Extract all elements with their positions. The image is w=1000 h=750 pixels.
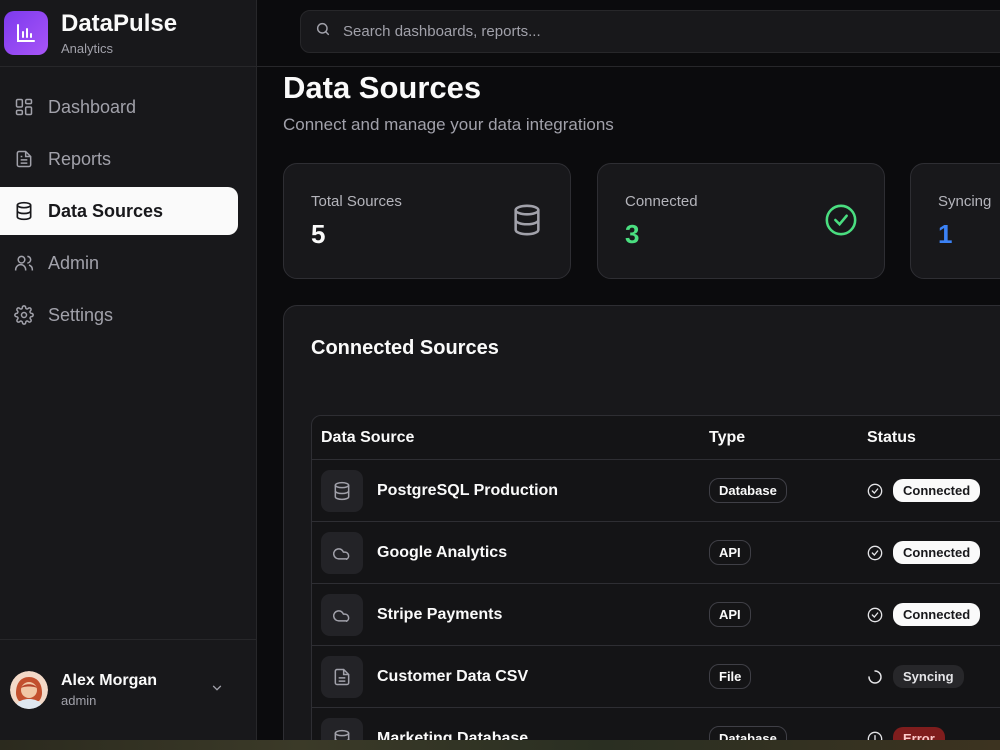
status-badge: Syncing: [893, 665, 964, 688]
user-role: admin: [61, 693, 97, 708]
sidebar-item-admin[interactable]: Admin: [0, 239, 238, 287]
user-menu[interactable]: Alex Morgan admin: [0, 639, 256, 740]
cloud-icon: [321, 531, 363, 574]
sidebar-nav: Dashboard Reports Data Sources Admin Set…: [0, 67, 256, 339]
column-header-type[interactable]: Type: [709, 429, 867, 447]
stat-label: Connected: [625, 193, 698, 210]
table-row[interactable]: Stripe Payments API Connected: [312, 584, 1000, 646]
sidebar-item-settings[interactable]: Settings: [0, 291, 238, 339]
database-icon: [510, 203, 544, 242]
source-name: Customer Data CSV: [377, 667, 529, 685]
sidebar-item-reports[interactable]: Reports: [0, 135, 238, 183]
database-icon: [321, 469, 363, 512]
status-badge: Connected: [893, 541, 981, 564]
column-header-status[interactable]: Status: [867, 429, 916, 447]
search-bar[interactable]: [300, 10, 1000, 53]
status-badge: Connected: [893, 603, 981, 626]
cloud-icon: [321, 593, 363, 636]
app-name: DataPulse: [61, 9, 178, 37]
table-row[interactable]: Marketing Database Database Error: [312, 708, 1000, 740]
topbar: [257, 0, 1000, 67]
sidebar: DataPulse Analytics Dashboard Reports Da…: [0, 0, 257, 740]
status-badge: Error: [893, 727, 945, 740]
sidebar-item-label: Reports: [48, 148, 112, 169]
sidebar-item-label: Admin: [48, 252, 100, 273]
database-icon: [12, 199, 36, 223]
stat-label: Total Sources: [311, 193, 402, 210]
sidebar-item-data-sources[interactable]: Data Sources: [0, 187, 238, 235]
table-header: Data Source Type Status: [312, 416, 1000, 460]
stat-label: Syncing: [938, 193, 992, 210]
stat-card-connected: Connected 3: [597, 163, 885, 279]
stat-value: 5: [311, 219, 326, 249]
type-badge: Database: [709, 478, 787, 503]
stat-card-total: Total Sources 5: [283, 163, 571, 279]
grid-icon: [12, 95, 36, 119]
type-badge: Database: [709, 726, 787, 740]
stat-value: 3: [625, 219, 640, 249]
sidebar-item-label: Settings: [48, 304, 114, 325]
users-icon: [12, 251, 36, 275]
app-window: DataPulse Analytics Dashboard Reports Da…: [0, 0, 1000, 750]
gear-icon: [12, 303, 36, 327]
sidebar-item-dashboard[interactable]: Dashboard: [0, 83, 238, 131]
check-circle-icon: [867, 483, 883, 499]
source-name: Stripe Payments: [377, 605, 503, 623]
type-badge: API: [709, 540, 751, 565]
avatar: [10, 671, 48, 709]
sidebar-item-label: Dashboard: [48, 96, 137, 117]
database-icon: [321, 717, 363, 740]
file-icon: [321, 655, 363, 698]
source-name: Google Analytics: [377, 543, 508, 561]
app-subtitle: Analytics: [61, 40, 114, 56]
alert-circle-icon: [867, 731, 883, 740]
loader-icon: [867, 669, 883, 685]
status-badge: Connected: [893, 479, 981, 502]
table-row[interactable]: Customer Data CSV File Syncing: [312, 646, 1000, 708]
document-icon: [12, 147, 36, 171]
column-header-data-source[interactable]: Data Source: [312, 429, 709, 447]
type-badge: File: [709, 664, 752, 689]
desktop-background-strip: [0, 740, 1000, 750]
main-content: Data Sources Connect and manage your dat…: [257, 67, 1000, 740]
brand[interactable]: DataPulse Analytics: [0, 0, 256, 67]
table-row[interactable]: Google Analytics API Connected: [312, 522, 1000, 584]
sources-table: Data Source Type Status PostgreSQL Produ…: [311, 415, 1000, 740]
panel-title: Connected Sources: [311, 337, 499, 359]
check-circle-icon: [824, 203, 858, 242]
stat-value: 1: [938, 219, 953, 249]
bar-chart-icon: [4, 11, 48, 55]
check-circle-icon: [867, 607, 883, 623]
sidebar-item-label: Data Sources: [48, 200, 164, 221]
type-badge: API: [709, 602, 751, 627]
connected-sources-panel: Connected Sources Data Source Type Statu…: [283, 305, 1000, 740]
source-name: PostgreSQL Production: [377, 481, 559, 499]
page-title: Data Sources: [283, 70, 482, 105]
search-icon: [315, 21, 331, 42]
table-row[interactable]: PostgreSQL Production Database Connected: [312, 460, 1000, 522]
stat-card-syncing: Syncing 1: [910, 163, 1000, 279]
chevron-down-icon[interactable]: [210, 681, 224, 700]
check-circle-icon: [867, 545, 883, 561]
user-name: Alex Morgan: [61, 672, 158, 689]
page-subtitle: Connect and manage your data integration…: [283, 115, 614, 134]
source-name: Marketing Database: [377, 729, 529, 741]
search-input[interactable]: [343, 23, 943, 40]
